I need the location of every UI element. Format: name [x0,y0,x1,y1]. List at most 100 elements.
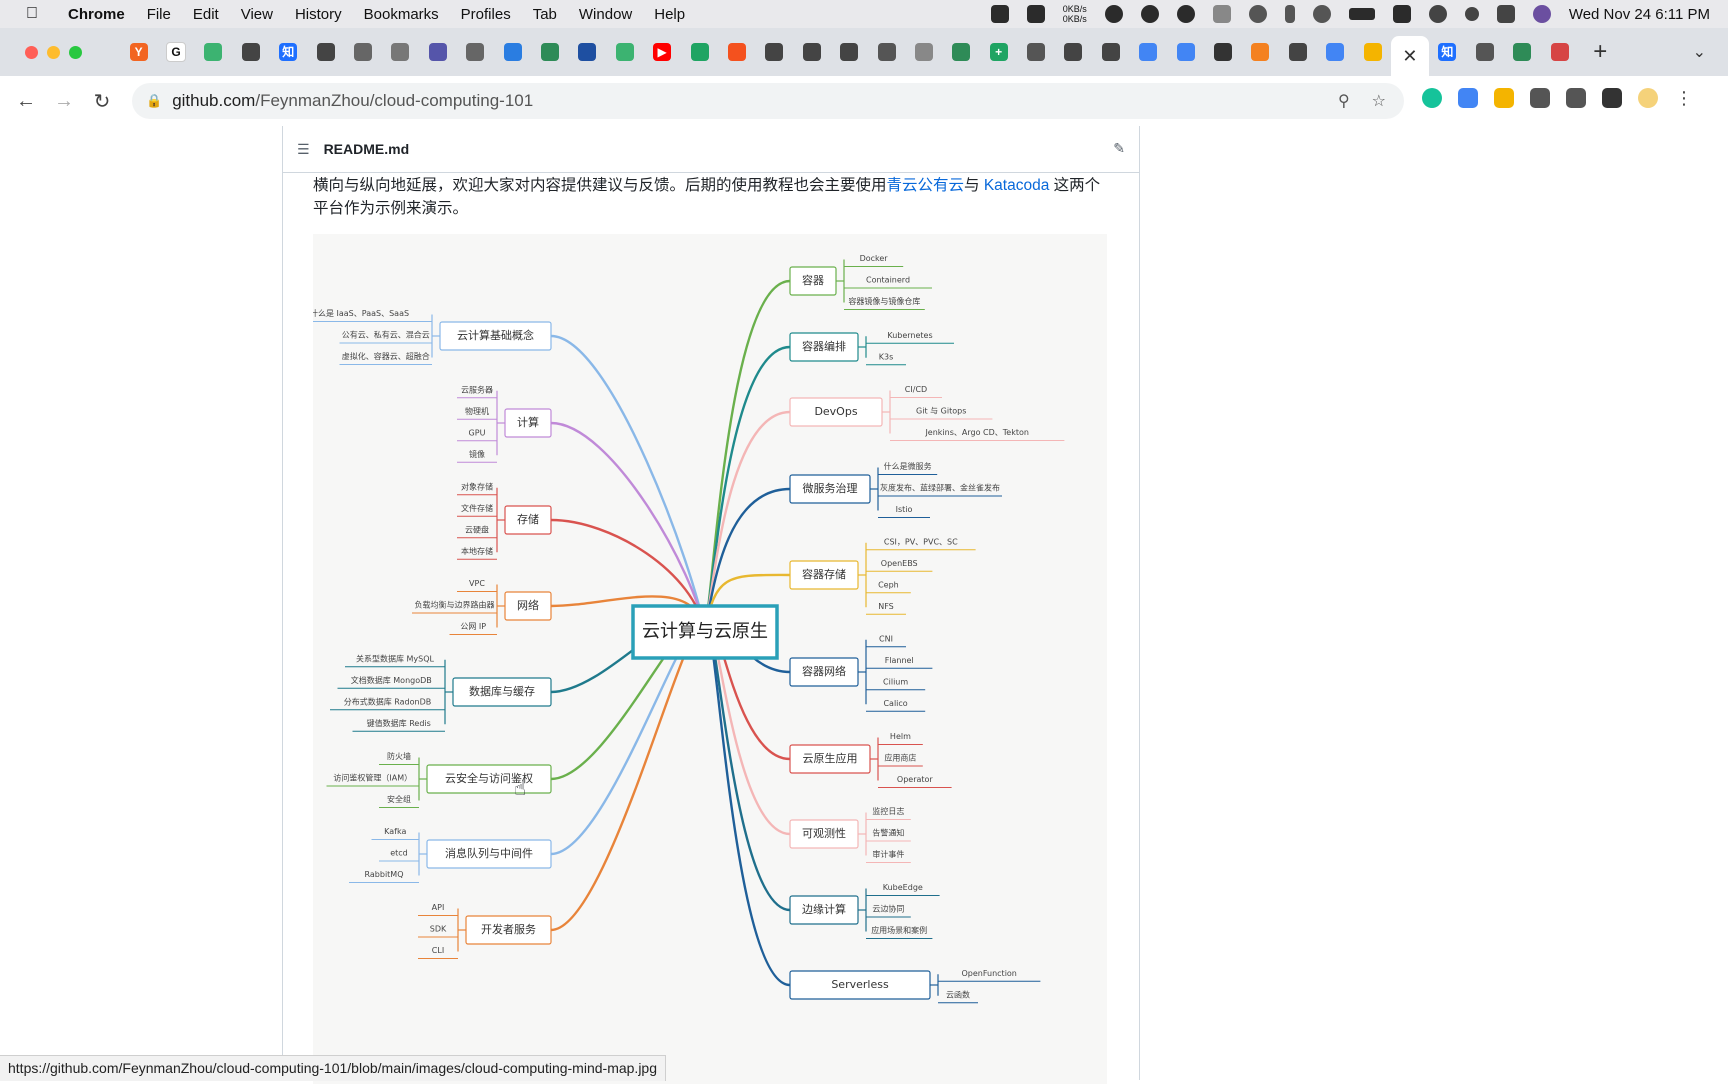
color-extension-icon[interactable] [1494,88,1514,108]
macos-menubar:  Chrome File Edit View History Bookmark… [0,0,1728,28]
leaf-left-3-1: 负载均衡与边界路由器 [415,600,495,610]
cat-status-icon[interactable] [1026,5,1045,23]
siri-icon[interactable] [1532,5,1551,23]
page-content: ☰ README.md ✎ 横向与纵向地延展，欢迎大家对内容提供建议与反馈。后期… [0,126,1728,1084]
control-center-icon[interactable] [1496,5,1515,23]
diamond-status-icon[interactable] [990,5,1009,23]
tab-21[interactable] [905,34,942,70]
tab-30[interactable] [1242,34,1279,70]
close-tab-icon[interactable]: ✕ [1402,46,1417,67]
apple-menu-icon[interactable]:  [26,5,46,23]
menu-edit[interactable]: Edit [193,6,219,23]
tab-5[interactable] [307,34,344,70]
tab-13[interactable] [606,34,643,70]
address-url[interactable]: github.com/FeynmanZhou/cloud-computing-1… [172,91,533,111]
tab-7[interactable] [382,34,419,70]
pinwheel-status-icon[interactable] [1140,5,1159,23]
tab-23[interactable]: + [980,34,1017,70]
play-status-icon[interactable] [1248,5,1267,23]
tab-14[interactable]: ▶ [643,34,680,70]
leaf-left-2-2: 云硬盘 [465,524,489,534]
tab-24[interactable] [1017,34,1054,70]
minimize-window-button[interactable] [47,45,60,59]
time-machine-icon[interactable] [1312,5,1331,23]
edit-pencil-icon[interactable]: ✎ [1113,140,1125,157]
tab-10[interactable] [494,34,531,70]
katacoda-link[interactable]: Katacoda [984,177,1050,194]
tab-6[interactable] [344,34,381,70]
menu-help[interactable]: Help [654,6,685,23]
reload-icon[interactable]: ↻ [90,89,114,114]
puzzle-extensions-icon[interactable] [1530,88,1550,108]
arc-status-icon[interactable] [1212,5,1231,23]
bluetooth-icon[interactable] [1284,5,1295,23]
menu-window[interactable]: Window [579,6,632,23]
menu-bookmarks[interactable]: Bookmarks [364,6,439,23]
back-arrow-icon[interactable]: ← [14,90,38,113]
tab-22[interactable] [943,34,980,70]
tab-19[interactable] [830,34,867,70]
menubar-clock[interactable]: Wed Nov 24 6:11 PM [1569,6,1710,23]
menu-file[interactable]: File [147,6,171,23]
spotlight-search-icon[interactable] [1464,7,1479,21]
tab-12[interactable] [569,34,606,70]
translate-extension-icon[interactable] [1458,88,1478,108]
bookmark-star-icon[interactable]: ☆ [1372,91,1386,111]
menu-profiles[interactable]: Profiles [461,6,511,23]
tab-4[interactable]: 知 [270,34,307,70]
tab-25[interactable] [1055,34,1092,70]
tab-8[interactable] [419,34,456,70]
tab-after-3[interactable] [1541,34,1578,70]
tab-16[interactable] [718,34,755,70]
tab-1[interactable]: G [157,34,194,70]
tab-11[interactable] [531,34,568,70]
menu-view[interactable]: View [241,6,273,23]
tab-after-0[interactable]: 知 [1429,34,1466,70]
tab-26[interactable] [1092,34,1129,70]
tab-33[interactable] [1354,34,1391,70]
wifi-icon[interactable] [1428,5,1447,23]
shield-icon [540,43,559,61]
side-panel-icon[interactable] [1602,88,1622,108]
s-app-icon[interactable] [1392,5,1411,23]
lock-icon[interactable]: 🔒 [146,93,162,109]
tab-after-1[interactable] [1466,34,1503,70]
leaf-left-1-2: GPU [469,428,486,437]
tab-after-2[interactable] [1503,34,1540,70]
tab-32[interactable] [1317,34,1354,70]
evernote-status-icon[interactable] [1176,5,1195,23]
tab-active[interactable]: ✕ [1391,36,1429,76]
forward-arrow-icon[interactable]: → [52,90,76,113]
mind-map-image[interactable]: 云计算基础概念 什么是 IaaS、PaaS、SaaS 公有云、私有云、混合云 虚拟化、… [313,234,1107,1084]
tab-2[interactable] [195,34,232,70]
node-right-label-2: DevOps [814,405,857,418]
tab-28[interactable] [1167,34,1204,70]
tab-20[interactable] [868,34,905,70]
tab-29[interactable] [1204,34,1241,70]
close-window-button[interactable] [25,45,38,59]
zoom-window-button[interactable] [69,45,82,59]
zoom-magnifier-icon[interactable]: ⚲ [1338,91,1350,111]
tab-17[interactable] [756,34,793,70]
tab-9[interactable] [457,34,494,70]
battery-icon[interactable] [1348,8,1375,20]
menu-history[interactable]: History [295,6,342,23]
kebab-menu-icon[interactable]: ⋮ [1674,88,1694,108]
wechat-status-icon[interactable] [1104,5,1123,23]
qingcloud-link[interactable]: 青云公有云 [887,177,965,194]
profile-avatar[interactable] [1638,88,1658,108]
tab-27[interactable] [1130,34,1167,70]
reading-list-icon[interactable] [1566,88,1586,108]
tab-0[interactable]: Y [120,34,157,70]
tab-search-chevron-icon[interactable]: ⌄ [1693,42,1706,62]
grammarly-extension-icon[interactable] [1422,88,1442,108]
tab-18[interactable] [793,34,830,70]
tab-3[interactable] [232,34,269,70]
address-bar[interactable]: 🔒 github.com/FeynmanZhou/cloud-computing… [132,83,1404,119]
new-tab-plus-icon[interactable]: + [1582,38,1618,66]
menu-tab[interactable]: Tab [533,6,557,23]
app-menu-chrome[interactable]: Chrome [68,6,125,23]
outline-list-icon[interactable]: ☰ [297,141,310,158]
tab-31[interactable] [1279,34,1316,70]
tab-15[interactable] [681,34,718,70]
